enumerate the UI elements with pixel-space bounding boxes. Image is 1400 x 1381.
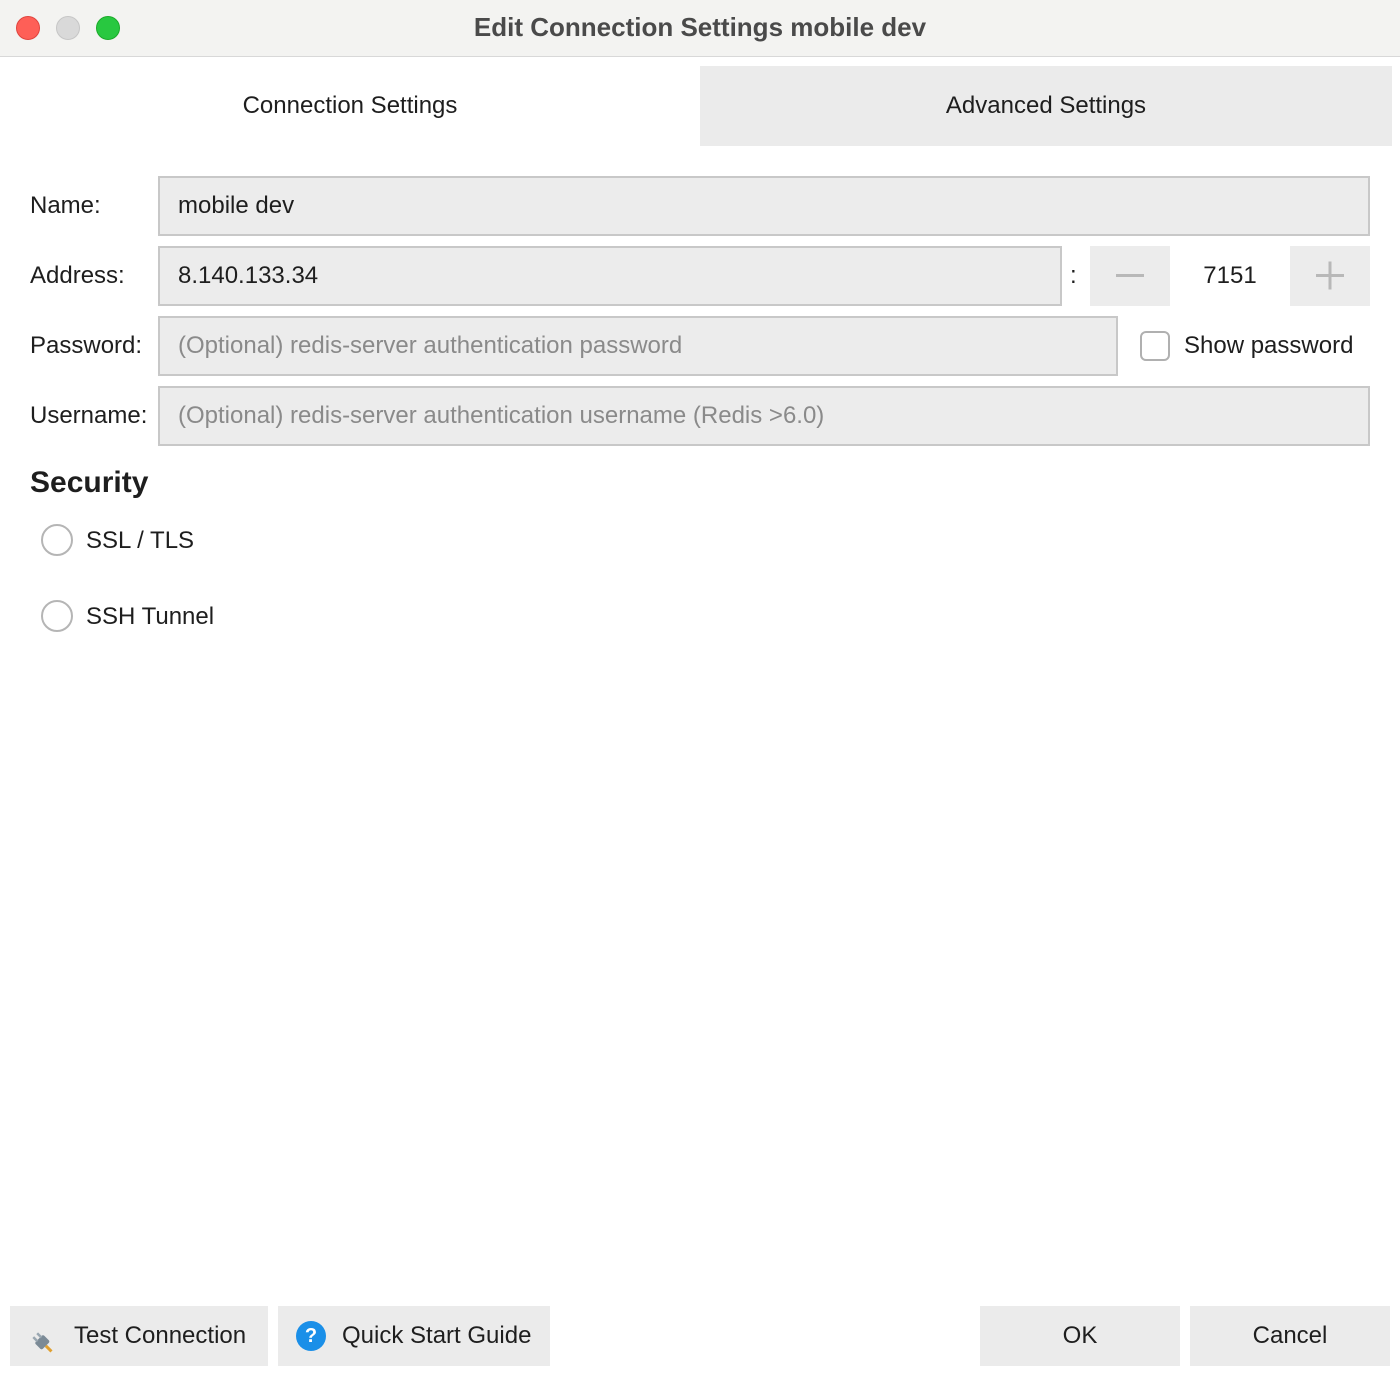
help-icon: ?	[296, 1321, 326, 1351]
port-decrement-button[interactable]	[1090, 246, 1170, 306]
cancel-label: Cancel	[1252, 1322, 1328, 1349]
tab-connection-settings[interactable]: Connection Settings	[0, 66, 700, 146]
port-field[interactable]: 7151	[1170, 246, 1290, 306]
address-label: Address:	[30, 262, 125, 289]
username-label: Username:	[30, 402, 148, 429]
plug-icon	[28, 1321, 58, 1353]
address-field[interactable]: 8.140.133.34	[158, 246, 1062, 306]
password-label: Password:	[30, 332, 143, 359]
username-field[interactable]: (Optional) redis-server authentication u…	[158, 386, 1370, 446]
port-stepper: 7151	[1090, 246, 1370, 306]
plus-icon	[1316, 261, 1344, 290]
ok-button[interactable]: OK	[980, 1306, 1180, 1366]
password-field[interactable]: (Optional) redis-server authentication p…	[158, 316, 1118, 376]
show-password-label[interactable]: Show password	[1184, 332, 1353, 360]
ssl-tls-radio[interactable]	[41, 524, 73, 556]
ssl-tls-label[interactable]: SSL / TLS	[86, 527, 194, 555]
ssh-tunnel-label[interactable]: SSH Tunnel	[86, 603, 214, 631]
ok-label: OK	[1062, 1322, 1098, 1349]
port-increment-button[interactable]	[1290, 246, 1370, 306]
name-field[interactable]: mobile dev	[158, 176, 1370, 236]
window-title: Edit Connection Settings mobile dev	[473, 12, 927, 42]
show-password-checkbox[interactable]	[1140, 331, 1170, 361]
quick-start-guide-button[interactable]: ? Quick Start Guide	[278, 1306, 550, 1366]
title-bar: Edit Connection Settings mobile dev	[0, 0, 1400, 57]
name-label: Name:	[30, 192, 101, 219]
cancel-button[interactable]: Cancel	[1190, 1306, 1390, 1366]
security-heading: Security	[30, 466, 149, 499]
port-separator: :	[1070, 262, 1077, 289]
test-connection-button[interactable]: Test Connection	[10, 1306, 268, 1366]
minus-icon	[1116, 274, 1144, 277]
test-connection-label: Test Connection	[74, 1322, 247, 1349]
ssh-tunnel-radio[interactable]	[41, 600, 73, 632]
tab-advanced-settings[interactable]: Advanced Settings	[700, 66, 1392, 146]
quick-start-guide-label: Quick Start Guide	[342, 1322, 532, 1349]
